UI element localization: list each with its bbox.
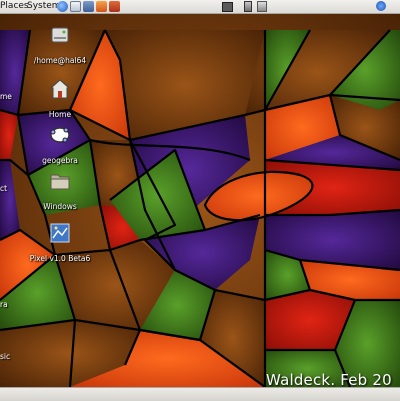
desktop-icon-label: Home <box>48 110 72 119</box>
mail-icon[interactable] <box>70 1 81 12</box>
home-folder-icon <box>49 79 71 99</box>
drive-icon <box>51 27 69 43</box>
bottom-panel <box>0 387 400 401</box>
edge-label[interactable]: me <box>0 92 12 101</box>
top-panel: Places System <box>0 0 400 14</box>
folder-icon <box>50 174 70 190</box>
geogebra-icon <box>50 127 70 143</box>
image-app-icon <box>50 223 70 243</box>
edge-label[interactable]: ct <box>0 184 7 193</box>
desktop-icon-pixel[interactable]: Pixel v1.0 Beta6 <box>22 222 98 265</box>
media-icon[interactable] <box>109 1 120 12</box>
desktop-icon-label: Pixel v1.0 Beta6 <box>29 254 91 263</box>
desktop-icon-home[interactable]: Home <box>22 78 98 121</box>
desktop-icon-geogebra[interactable]: geogebra <box>22 124 98 167</box>
web-browser-icon[interactable] <box>57 1 68 12</box>
edge-label[interactable]: sic <box>0 352 10 361</box>
desktop-icon-label: Windows <box>43 202 77 211</box>
system-menu[interactable]: System <box>27 1 61 12</box>
file-manager-icon[interactable] <box>83 1 94 12</box>
bluetooth-icon[interactable] <box>376 1 386 11</box>
desktop-icon-windows[interactable]: Windows <box>22 170 98 213</box>
office-icon[interactable] <box>96 1 107 12</box>
desktop-icon-label: geogebra <box>42 156 78 165</box>
desktop-icon-home-hal64[interactable]: /home@hal64 <box>22 24 98 67</box>
network-icon[interactable] <box>257 1 267 12</box>
monitor-icon[interactable] <box>222 2 233 12</box>
places-menu[interactable]: Places <box>0 1 29 12</box>
edge-label[interactable]: ra <box>0 300 8 309</box>
desktop-icon-label: /home@hal64 <box>33 56 87 65</box>
battery-icon[interactable] <box>244 1 252 12</box>
